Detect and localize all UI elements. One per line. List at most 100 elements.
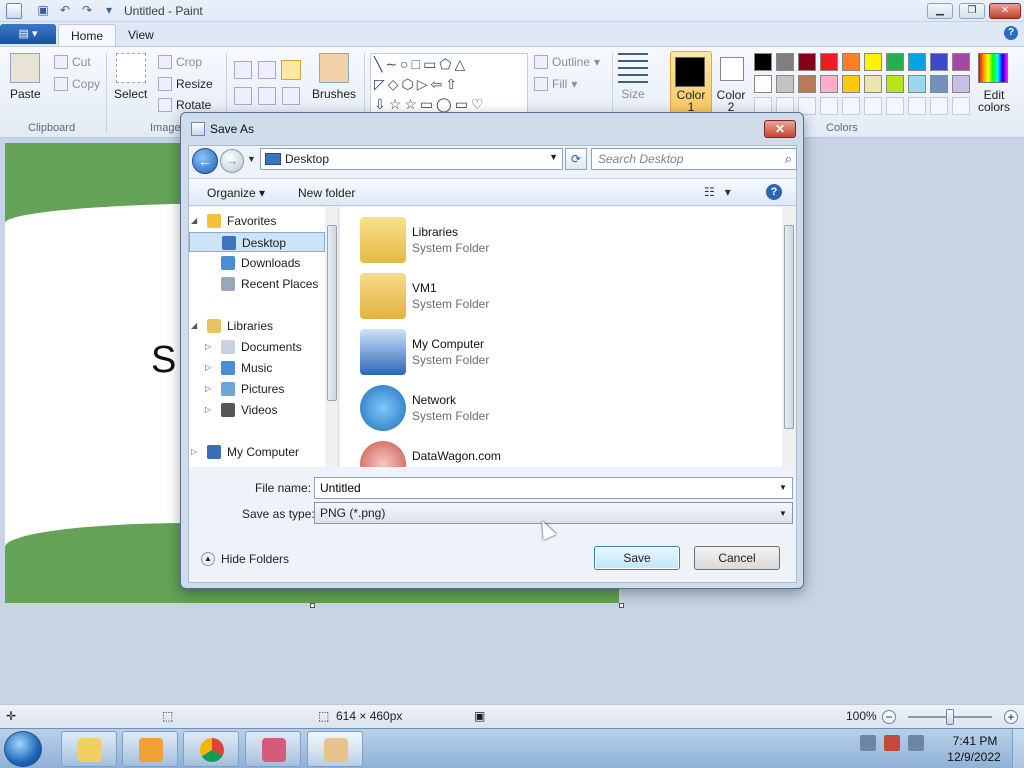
restore-button[interactable]: ❐ [959, 3, 985, 19]
expand-arrow-icon[interactable]: ▷ [191, 442, 197, 462]
palette-color[interactable] [820, 53, 838, 71]
paint-app-icon[interactable] [6, 3, 22, 19]
copy-button[interactable]: Copy [54, 77, 100, 91]
nav-item-libraries[interactable]: ◢ Libraries [189, 316, 325, 336]
palette-color[interactable] [776, 75, 794, 93]
text-tool[interactable] [281, 60, 301, 80]
scrollbar-thumb[interactable] [784, 225, 794, 429]
taskbar-media-player[interactable] [122, 731, 178, 767]
address-dropdown-icon[interactable]: ▼ [549, 152, 558, 162]
organize-button[interactable]: Organize ▾ [207, 186, 265, 200]
back-button[interactable]: ← [192, 148, 218, 174]
expand-arrow-icon[interactable]: ◢ [191, 316, 197, 336]
nav-item-pictures[interactable]: ▷ Pictures [189, 379, 325, 399]
cut-button[interactable]: Cut [54, 55, 91, 69]
close-button[interactable]: ✕ [989, 3, 1021, 19]
redo-icon[interactable]: ↷ [80, 3, 94, 17]
color-picker-tool[interactable] [258, 87, 276, 105]
tab-view[interactable]: View [116, 24, 166, 46]
palette-color[interactable] [798, 75, 816, 93]
refresh-button[interactable]: ⟳ [565, 148, 587, 170]
magnifier-tool[interactable] [282, 87, 300, 105]
palette-color[interactable] [776, 53, 794, 71]
nav-item-my-computer[interactable]: ▷ My Computer [189, 442, 325, 462]
palette-color[interactable] [754, 53, 772, 71]
palette-color[interactable] [842, 75, 860, 93]
palette-empty-slot[interactable] [886, 97, 904, 115]
nav-item-desktop[interactable]: Desktop [189, 232, 325, 252]
scrollbar-thumb[interactable] [327, 225, 337, 401]
brushes-button[interactable]: Brushes [312, 53, 356, 101]
help-icon[interactable]: ? [766, 184, 782, 200]
eraser-tool[interactable] [234, 87, 252, 105]
palette-empty-slot[interactable] [820, 97, 838, 115]
file-item[interactable]: DataWagon.com Internet Shortcut [360, 439, 760, 467]
pencil-tool[interactable] [234, 61, 252, 79]
navigation-scrollbar[interactable] [325, 207, 338, 467]
palette-color[interactable] [908, 75, 926, 93]
select-button[interactable]: Select [114, 53, 147, 101]
show-desktop-button[interactable] [1012, 729, 1024, 768]
edit-colors-label[interactable]: Edit colors [974, 89, 1014, 113]
taskbar-chrome[interactable] [183, 731, 239, 767]
shapes-gallery[interactable]: ╲∼○□▭⬠△ ◸◇⬡▷⇦⇧ ⇩☆☆▭◯▭♡ [370, 53, 528, 115]
taskbar-snipping-tool[interactable] [245, 731, 301, 767]
palette-empty-slot[interactable] [842, 97, 860, 115]
volume-icon[interactable] [908, 735, 924, 751]
nav-item-documents[interactable]: ▷ Documents [189, 337, 325, 357]
help-icon[interactable]: ? [1004, 26, 1018, 40]
palette-color[interactable] [952, 53, 970, 71]
taskbar-explorer[interactable] [61, 731, 117, 767]
palette-empty-slot[interactable] [908, 97, 926, 115]
search-input[interactable]: Search Desktop ⌕ [591, 148, 797, 170]
forward-button[interactable]: → [220, 149, 244, 173]
clock-date[interactable]: 12/9/2022 [944, 750, 1004, 764]
palette-color[interactable] [820, 75, 838, 93]
palette-color[interactable] [864, 53, 882, 71]
fill-tool[interactable] [258, 61, 276, 79]
address-bar[interactable]: Desktop ▼ [260, 148, 563, 170]
crop-button[interactable]: Crop [158, 55, 202, 69]
expand-arrow-icon[interactable]: ▷ [205, 379, 211, 399]
file-name-input[interactable] [314, 477, 793, 499]
expand-arrow-icon[interactable]: ◢ [191, 211, 197, 231]
resize-button[interactable]: Resize [158, 77, 213, 91]
undo-icon[interactable]: ↶ [58, 3, 72, 17]
expand-arrow-icon[interactable]: ▷ [205, 400, 211, 420]
resize-handle-corner[interactable] [619, 603, 624, 608]
change-view-button[interactable]: ☷ ▾ [704, 185, 731, 199]
fill-button[interactable]: Fill ▾ [534, 77, 577, 91]
zoom-slider-thumb[interactable] [946, 709, 954, 725]
recent-locations-chevron-icon[interactable]: ▼ [247, 154, 256, 164]
action-center-icon[interactable] [884, 735, 900, 751]
palette-color[interactable] [930, 53, 948, 71]
save-as-type-select[interactable]: PNG (*.png) [314, 502, 793, 524]
search-icon[interactable]: ⌕ [785, 151, 792, 167]
zoom-out-button[interactable]: − [882, 710, 896, 724]
palette-empty-slot[interactable] [864, 97, 882, 115]
file-item[interactable]: VM1 System Folder [360, 271, 760, 323]
palette-color[interactable] [842, 53, 860, 71]
customize-qat-icon[interactable]: ▾ [102, 3, 116, 17]
taskbar-paint[interactable] [307, 731, 363, 767]
save-button[interactable]: Save [594, 546, 680, 570]
zoom-in-button[interactable]: + [1004, 710, 1018, 724]
new-folder-button[interactable]: New folder [298, 186, 355, 200]
palette-color[interactable] [798, 53, 816, 71]
dialog-close-button[interactable]: ✕ [764, 120, 796, 138]
palette-color[interactable] [864, 75, 882, 93]
palette-color[interactable] [886, 75, 904, 93]
palette-color[interactable] [930, 75, 948, 93]
nav-item-recent-places[interactable]: Recent Places [189, 274, 325, 294]
file-list-scrollbar[interactable] [782, 207, 796, 467]
minimize-button[interactable]: ▁ [927, 3, 953, 19]
paste-button[interactable]: Paste [10, 53, 41, 101]
expand-arrow-icon[interactable]: ▷ [205, 358, 211, 378]
clock-time[interactable]: 7:41 PM [950, 734, 1000, 748]
nav-item-downloads[interactable]: Downloads [189, 253, 325, 273]
start-button[interactable] [4, 731, 42, 767]
palette-color[interactable] [908, 53, 926, 71]
resize-handle-bottom[interactable] [310, 603, 315, 608]
rotate-button[interactable]: Rotate [158, 98, 211, 112]
color2-button[interactable] [720, 57, 744, 81]
